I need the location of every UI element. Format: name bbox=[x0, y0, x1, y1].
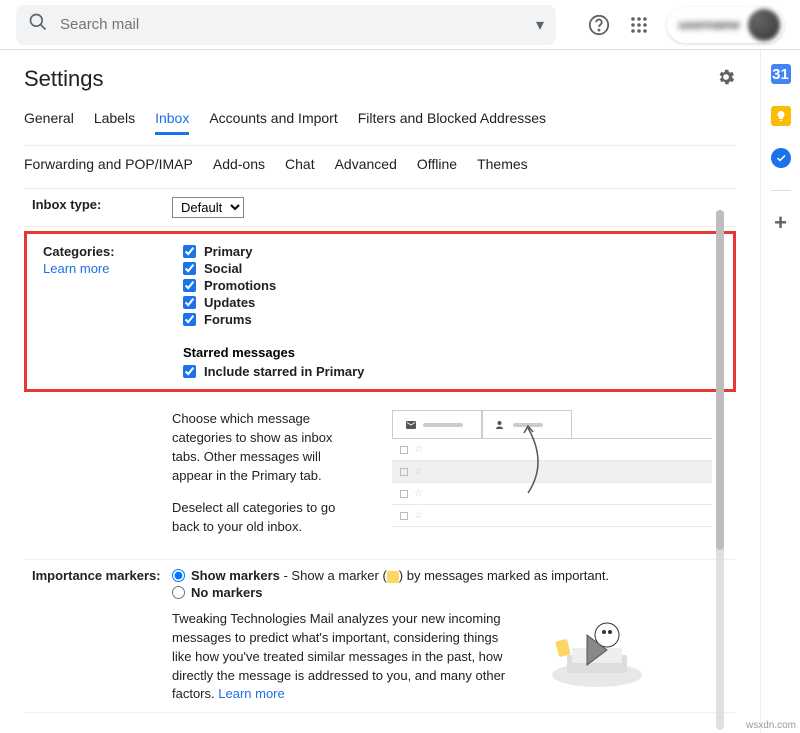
settings-header: Settings bbox=[24, 66, 736, 92]
markers-hide-option: No markers bbox=[172, 585, 736, 600]
checkbox-include-starred[interactable] bbox=[183, 365, 196, 378]
tab-labels[interactable]: Labels bbox=[94, 110, 135, 135]
scrollbar-thumb[interactable] bbox=[716, 210, 724, 550]
importance-description: Tweaking Technologies Mail analyzes your… bbox=[172, 610, 512, 704]
tab-general[interactable]: General bbox=[24, 110, 74, 135]
tab-themes[interactable]: Themes bbox=[477, 156, 528, 178]
category-promotions: Promotions bbox=[183, 278, 725, 293]
inbox-type-row: Inbox type: Default bbox=[24, 189, 736, 227]
categories-highlight: Categories: Learn more Primary Social Pr… bbox=[24, 231, 736, 392]
categories-learn-more-link[interactable]: Learn more bbox=[43, 261, 183, 276]
tab-inbox[interactable]: Inbox bbox=[155, 110, 189, 135]
categories-label: Categories: Learn more bbox=[43, 244, 183, 276]
category-updates: Updates bbox=[183, 295, 725, 310]
checkbox-forums[interactable] bbox=[183, 313, 196, 326]
add-icon[interactable]: + bbox=[771, 213, 791, 233]
search-input[interactable] bbox=[60, 16, 536, 33]
importance-learn-more-link[interactable]: Learn more bbox=[218, 686, 284, 701]
tab-offline[interactable]: Offline bbox=[417, 156, 457, 178]
search-bar[interactable]: ▾ bbox=[16, 5, 556, 45]
category-social: Social bbox=[183, 261, 725, 276]
scrollbar[interactable] bbox=[716, 210, 724, 730]
checkbox-social[interactable] bbox=[183, 262, 196, 275]
tab-accounts[interactable]: Accounts and Import bbox=[209, 110, 337, 135]
checkbox-promotions[interactable] bbox=[183, 279, 196, 292]
page-title: Settings bbox=[24, 66, 104, 92]
starred-heading: Starred messages bbox=[183, 345, 725, 360]
checkbox-primary[interactable] bbox=[183, 245, 196, 258]
radio-no-markers[interactable] bbox=[172, 586, 185, 599]
keep-icon[interactable] bbox=[771, 106, 791, 126]
tab-chat[interactable]: Chat bbox=[285, 156, 315, 178]
importance-illustration bbox=[532, 610, 662, 690]
calendar-icon[interactable]: 31 bbox=[771, 64, 791, 84]
illust-tab-primary bbox=[392, 410, 482, 438]
category-forums: Forums bbox=[183, 312, 725, 327]
markers-show-option: Show markers - Show a marker () by messa… bbox=[172, 568, 736, 583]
tab-advanced[interactable]: Advanced bbox=[335, 156, 397, 178]
radio-show-markers[interactable] bbox=[172, 569, 185, 582]
starred-include: Include starred in Primary bbox=[183, 364, 725, 379]
categories-description: Choose which message categories to show … bbox=[172, 410, 362, 551]
tab-filters[interactable]: Filters and Blocked Addresses bbox=[358, 110, 546, 135]
tab-forwarding[interactable]: Forwarding and POP/IMAP bbox=[24, 156, 193, 178]
attribution-text: wsxdn.com bbox=[746, 720, 796, 731]
importance-label: Importance markers: bbox=[32, 568, 172, 583]
side-panel: 31 + bbox=[760, 50, 800, 733]
categories-content: Primary Social Promotions Updates bbox=[183, 244, 725, 381]
tasks-icon[interactable] bbox=[771, 148, 791, 168]
settings-content: Settings General Labels Inbox Accounts a… bbox=[0, 50, 760, 733]
settings-tabs-row-2: Forwarding and POP/IMAP Add-ons Chat Adv… bbox=[24, 146, 736, 189]
header-actions: username bbox=[587, 7, 784, 43]
apps-grid-icon[interactable] bbox=[627, 13, 651, 37]
importance-markers-row: Importance markers: Show markers - Show … bbox=[24, 560, 736, 713]
search-icon bbox=[28, 12, 48, 37]
tab-addons[interactable]: Add-ons bbox=[213, 156, 265, 178]
inbox-type-select[interactable]: Default bbox=[172, 197, 244, 218]
account-chip[interactable]: username bbox=[667, 7, 784, 43]
category-primary: Primary bbox=[183, 244, 725, 259]
arrow-curve-icon bbox=[518, 423, 568, 503]
account-name: username bbox=[679, 17, 740, 32]
search-options-dropdown-icon[interactable]: ▾ bbox=[536, 15, 544, 35]
settings-tabs-row-1: General Labels Inbox Accounts and Import… bbox=[24, 100, 736, 146]
help-icon[interactable] bbox=[587, 13, 611, 37]
app-header: ▾ username bbox=[0, 0, 800, 50]
categories-illustration: ☆ ☆ ☆ ☆ bbox=[392, 410, 712, 550]
inbox-type-label: Inbox type: bbox=[32, 197, 172, 212]
gear-icon[interactable] bbox=[716, 67, 736, 92]
categories-description-row: Choose which message categories to show … bbox=[24, 392, 736, 560]
checkbox-updates[interactable] bbox=[183, 296, 196, 309]
avatar bbox=[748, 9, 780, 41]
main-area: Settings General Labels Inbox Accounts a… bbox=[0, 50, 800, 733]
importance-marker-icon bbox=[387, 571, 399, 583]
illust-tab-social bbox=[482, 410, 572, 438]
